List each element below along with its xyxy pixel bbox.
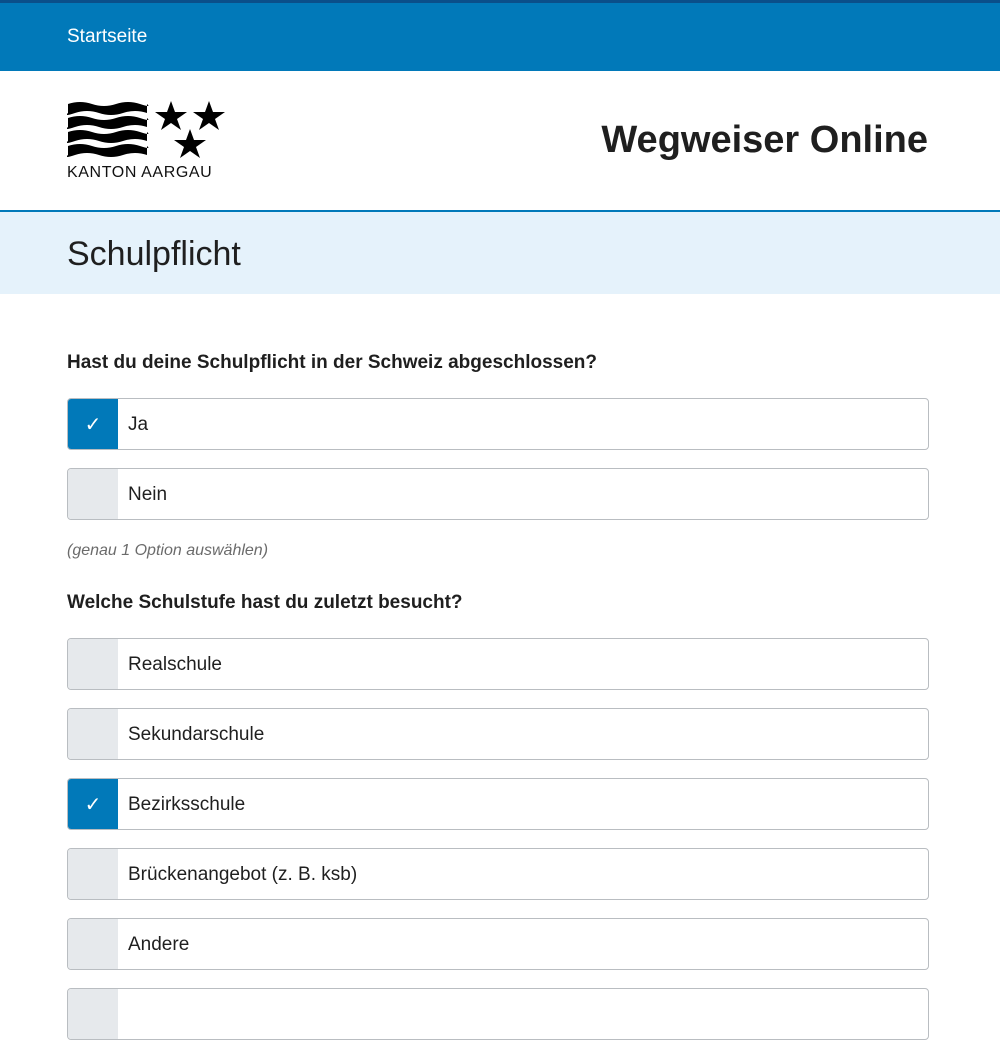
selection-hint: (genau 1 Option auswählen) [67, 542, 269, 559]
option-label: Sekundarschule [128, 724, 265, 745]
option-bezirksschule[interactable]: ✓ Bezirksschule [67, 778, 929, 830]
option-ja[interactable]: ✓ Ja [67, 398, 929, 450]
top-navigation-bar: Startseite [0, 0, 1000, 71]
page-title: Schulpflicht [67, 235, 241, 273]
checkbox[interactable] [68, 989, 118, 1039]
checkbox[interactable] [68, 639, 118, 689]
option-sekundarschule[interactable]: Sekundarschule [67, 708, 929, 760]
checkbox[interactable] [68, 919, 118, 969]
checkbox[interactable] [68, 469, 118, 519]
page-title-banner: Schulpflicht [0, 212, 1000, 294]
home-link[interactable]: Startseite [67, 26, 147, 48]
option-label: Nein [128, 484, 168, 505]
site-header: KANTON AARGAU Wegweiser Online [0, 71, 1000, 212]
checkmark-icon: ✓ [84, 793, 102, 816]
checkbox[interactable] [68, 709, 118, 759]
site-title: Wegweiser Online [601, 119, 928, 161]
waves-and-stars-icon [66, 101, 225, 158]
option-label: Ja [128, 414, 149, 435]
option-label: Bezirksschule [128, 794, 246, 815]
option-partially-visible[interactable] [67, 988, 929, 1040]
kanton-aargau-logo[interactable]: KANTON AARGAU [66, 100, 232, 185]
checkmark-icon: ✓ [84, 413, 102, 436]
option-brueckenangebot[interactable]: Brückenangebot (z. B. ksb) [67, 848, 929, 900]
option-label: Andere [128, 934, 190, 955]
option-realschule[interactable]: Realschule [67, 638, 929, 690]
option-label: Brückenangebot (z. B. ksb) [128, 864, 358, 885]
option-nein[interactable]: Nein [67, 468, 929, 520]
logo-text: KANTON AARGAU [67, 164, 213, 181]
option-andere[interactable]: Andere [67, 918, 929, 970]
checkbox[interactable] [68, 849, 118, 899]
question-schulpflicht: Hast du deine Schulpflicht in der Schwei… [67, 352, 597, 373]
question-schulstufe: Welche Schulstufe hast du zuletzt besuch… [67, 592, 463, 613]
option-label: Realschule [128, 654, 222, 675]
